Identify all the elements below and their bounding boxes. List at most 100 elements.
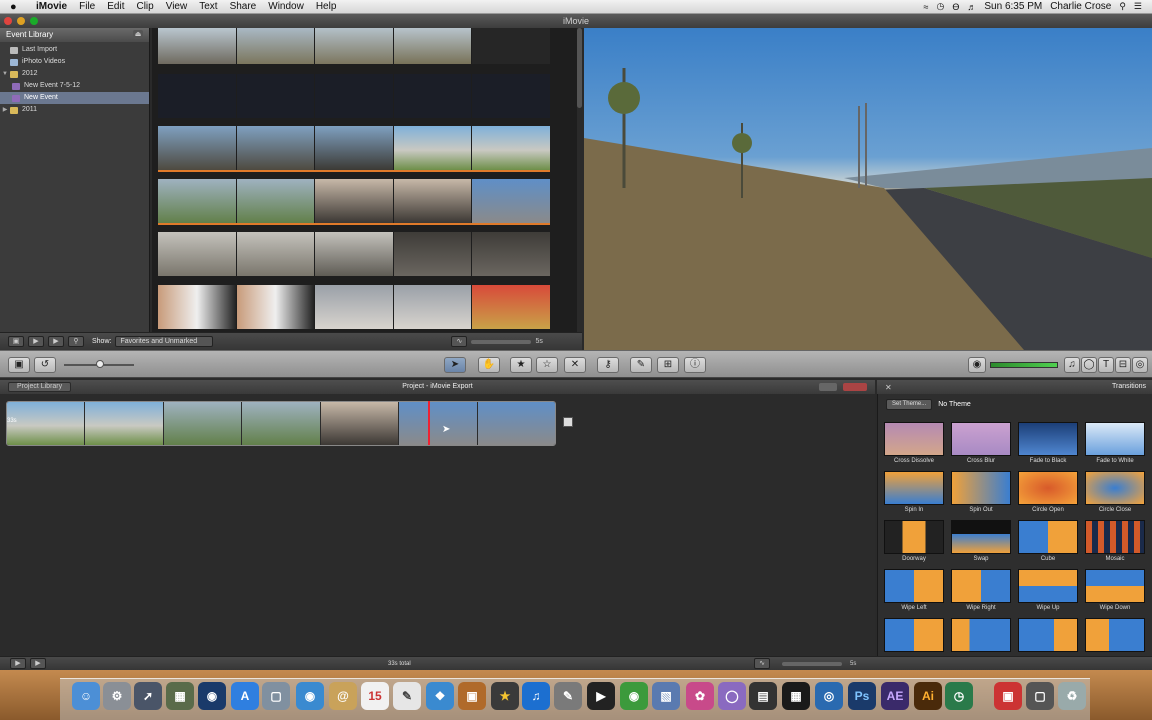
transition-fade-to-black[interactable]: Fade to Black [1018,422,1078,468]
address-book-icon[interactable]: @ [329,682,357,710]
title-icon[interactable]: T [1098,357,1114,373]
menu-file[interactable]: File [73,0,101,14]
clip-frame[interactable] [236,232,315,276]
arrow-tool-icon[interactable]: ➤ [444,357,466,373]
transition-item[interactable] [884,618,944,656]
timeline-frame[interactable] [163,402,242,445]
clip-frame[interactable] [393,232,472,276]
record-indicator-icon[interactable] [843,383,867,391]
clip-row[interactable] [158,179,550,225]
clip-row[interactable] [158,285,550,329]
after-effects-icon[interactable]: AE [881,682,909,710]
script-editor-icon[interactable]: ✎ [554,682,582,710]
clip-frame[interactable] [315,232,393,276]
clip-frame[interactable] [315,126,393,170]
event-browser-scrollbar[interactable] [577,28,582,332]
close-window-icon[interactable] [4,17,12,25]
swap-events-icon[interactable]: ↺ [34,357,56,373]
preview-icon[interactable]: ▣ [458,682,486,710]
clip-frame[interactable] [393,285,472,329]
spotlight-icon[interactable]: ⚲ [1119,1,1126,12]
play-full-screen-icon[interactable]: ▶ [10,658,26,669]
clip-frame[interactable] [393,126,472,170]
project-library-button[interactable]: Project Library [8,382,72,392]
transition-cross-dissolve[interactable]: Cross Dissolve [884,422,944,468]
time-machine-icon[interactable]: ◷ [937,1,945,12]
disclosure-right-icon[interactable]: ▶ [0,104,10,116]
network-icon[interactable]: ◎ [815,682,843,710]
time-machine-icon[interactable]: ◷ [945,682,973,710]
transition-spin-out[interactable]: Spin Out [951,471,1011,517]
clip-frame[interactable] [472,74,550,118]
menu-share[interactable]: Share [224,0,263,14]
show-filter-select[interactable]: Favorites and Unmarked [115,336,214,347]
clip-frame[interactable] [393,179,472,223]
steam-icon[interactable]: ◉ [198,682,226,710]
clock[interactable]: Sun 6:35 PM [984,1,1042,12]
maps-icon[interactable]: ◎ [1132,357,1148,373]
trash-icon[interactable]: ♻ [1058,682,1086,710]
voiceover-icon[interactable]: ◉ [968,357,986,373]
notification-icon[interactable]: ☰ [1134,1,1142,12]
clip-frame[interactable] [472,285,550,329]
clip-frame[interactable] [393,74,472,118]
transition-wipe-left[interactable]: Wipe Left [884,569,944,615]
clip-frame[interactable] [236,285,315,329]
clip-frame[interactable] [158,285,236,329]
photo-icon[interactable]: ◯ [1081,357,1097,373]
play-icon[interactable]: ▶ [48,336,64,347]
transition-circle-close[interactable]: Circle Close [1085,471,1145,517]
crop-icon[interactable]: ⊞ [657,357,679,373]
system-preferences-icon[interactable]: ⚙ [103,682,131,710]
clip-frame[interactable] [315,179,393,223]
clip-frame[interactable] [472,179,550,223]
imovie-icon[interactable]: ★ [491,682,519,710]
timeline-frame[interactable] [320,402,399,445]
transition-item[interactable] [1018,618,1078,656]
app-store-icon[interactable]: A [231,682,259,710]
music-icon[interactable]: ♫ [1064,357,1080,373]
waveform-icon[interactable]: ∿ [754,658,770,669]
keyword-icon[interactable]: ⚷ [597,357,619,373]
clip-frame[interactable] [315,28,393,64]
minimize-window-icon[interactable] [17,17,25,25]
event-item-new-event[interactable]: New Event [0,92,149,104]
itunes-icon[interactable]: ♫ [522,682,550,710]
event-zoom-slider[interactable] [471,339,532,344]
event-item-last-import[interactable]: Last Import [0,44,149,56]
clip-frame[interactable] [236,28,315,64]
transition-spin-in[interactable]: Spin In [884,471,944,517]
transition-item[interactable] [1085,618,1145,656]
disk-utility-icon[interactable]: ◯ [718,682,746,710]
transition-wipe-up[interactable]: Wipe Up [1018,569,1078,615]
transition-cube[interactable]: Cube [1018,520,1078,566]
clip-frame[interactable] [158,179,236,223]
clip-row[interactable] [158,74,550,118]
ical-icon[interactable]: 15 [361,682,389,710]
clip-frame[interactable] [472,232,550,276]
event-library-toggle-icon[interactable]: ▣ [8,336,24,347]
clip-row[interactable] [158,126,550,172]
clip-end-icon[interactable] [563,417,573,427]
user-name[interactable]: Charlie Crose [1050,1,1111,12]
finder-icon[interactable]: ☺ [72,682,100,710]
volume-icon[interactable]: ♬ [967,2,976,12]
timeline-frame[interactable] [399,402,477,445]
unmark-star-icon[interactable]: ☆ [536,357,558,373]
image-capture-icon[interactable]: ▢ [262,682,290,710]
hand-tool-icon[interactable]: ✋ [478,357,500,373]
bluetooth-icon[interactable]: ϴ [952,2,959,12]
event-item-iphoto[interactable]: iPhoto Videos [0,56,149,68]
menu-edit[interactable]: Edit [101,0,130,14]
wifi-icon[interactable]: ≈ [924,2,929,12]
activity-monitor-icon[interactable]: ▦ [166,682,194,710]
transition-swap[interactable]: Swap [951,520,1011,566]
apple-menu-icon[interactable]: ● [10,1,22,13]
info-icon[interactable]: ⓘ [684,357,706,373]
disclosure-down-icon[interactable]: ▼ [0,68,10,80]
project-library-icon[interactable]: ▣ [8,357,30,373]
eject-icon[interactable]: ⏏ [133,30,143,39]
waveform-icon[interactable]: ∿ [451,336,468,347]
safari-icon[interactable]: ❖ [426,682,454,710]
color-icon[interactable]: ✿ [686,682,714,710]
